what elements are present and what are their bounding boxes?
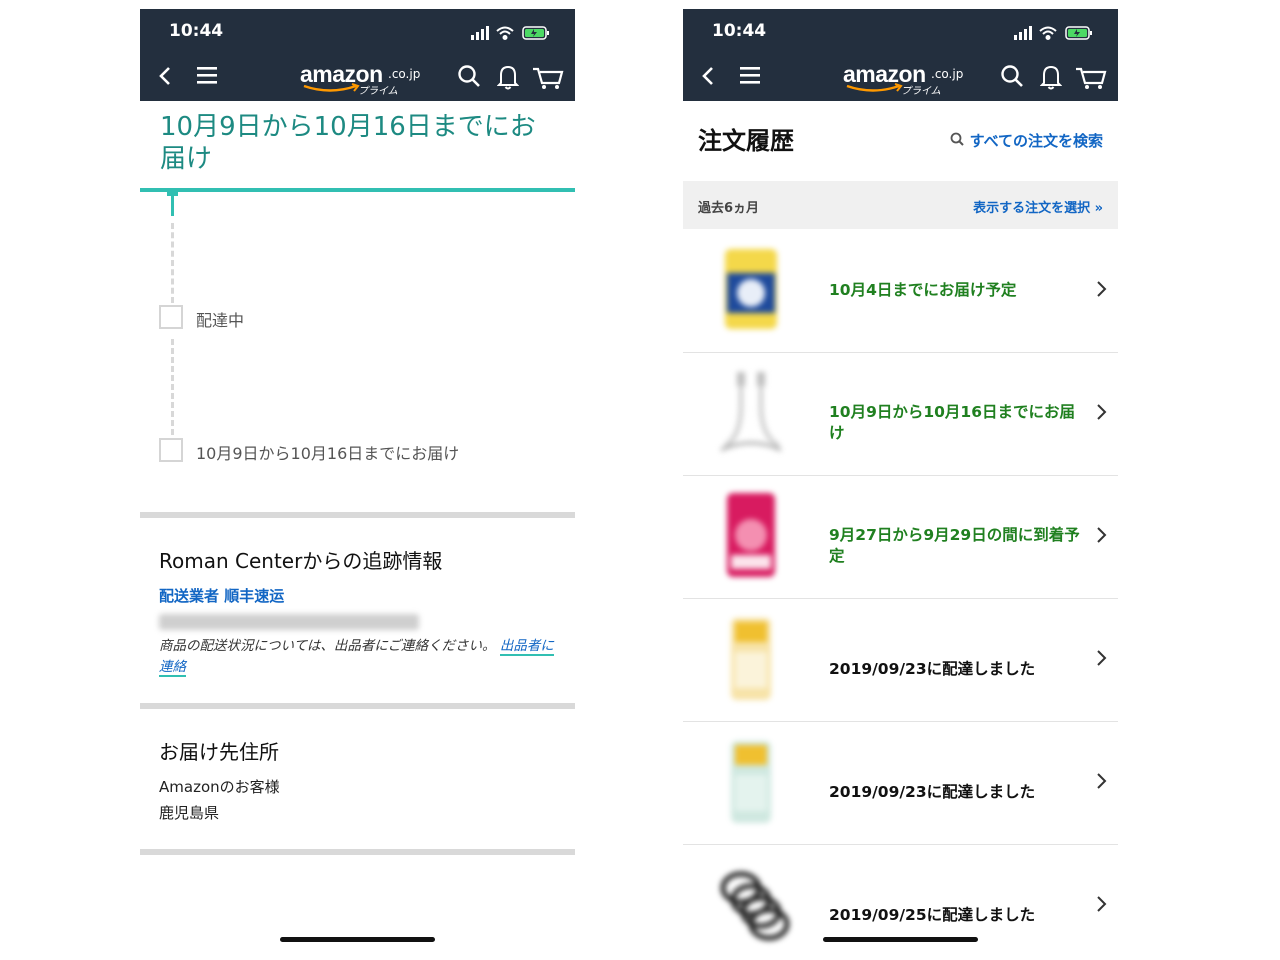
order-row[interactable]: 9月27日から9月29日の間に到着予定	[683, 475, 1118, 599]
search-icon[interactable]	[1000, 61, 1024, 93]
address-title: お届け先住所	[159, 740, 279, 764]
product-thumbnail	[725, 249, 777, 329]
step-label: 10月9日から10月16日までにお届け	[196, 444, 460, 463]
address-region: 鹿児島県	[159, 804, 220, 822]
status-icons	[471, 26, 549, 40]
search-all-orders-link[interactable]: すべての注文を検索	[950, 130, 1103, 151]
logo-prime-label: プライム	[358, 86, 398, 97]
logo-prime-label: プライム	[901, 86, 941, 97]
progress-line	[140, 188, 575, 192]
step-checkbox	[159, 438, 183, 462]
order-status: 10月9日から10月16日までにお届け	[829, 403, 1075, 442]
battery-icon	[522, 26, 549, 40]
order-status: 2019/09/25に配達しました	[829, 906, 1036, 924]
step-label: 配達中	[196, 311, 245, 330]
carrier-link[interactable]: 配送業者 順丰速运	[159, 585, 284, 606]
order-row[interactable]: 10月9日から10月16日までにお届け	[683, 352, 1118, 476]
status-icons	[1014, 26, 1092, 40]
orders-screen: 10:44 amazon .co.jp プライム 注文履歴 すべての注文を検索 …	[683, 9, 1118, 949]
delivery-heading: 10月9日から10月16日までにお届け	[160, 112, 536, 174]
bell-icon[interactable]	[1040, 61, 1062, 93]
smile-icon	[303, 83, 360, 92]
amazon-logo[interactable]: amazon .co.jp プライム	[300, 61, 421, 97]
section-divider	[140, 849, 575, 855]
cart-icon[interactable]	[532, 61, 564, 93]
chevron-right-icon	[1097, 404, 1107, 420]
step-checkbox	[159, 305, 183, 329]
page-title: 注文履歴	[698, 127, 794, 155]
logo-domain: .co.jp	[931, 67, 964, 81]
product-thumbnail	[731, 741, 771, 823]
search-icon[interactable]	[457, 61, 481, 93]
order-status: 10月4日までにお届け予定	[829, 281, 1017, 299]
address-name: Amazonのお客様	[159, 778, 280, 796]
tracking-title: Roman Centerからの追跡情報	[159, 549, 443, 573]
wifi-icon	[1039, 26, 1057, 40]
app-header: 10:44 amazon .co.jp プライム	[683, 9, 1118, 101]
tracking-note-text: 商品の配送状況については、出品者にご連絡ください。	[159, 638, 496, 654]
bell-icon[interactable]	[497, 61, 519, 93]
order-status: 2019/09/23に配達しました	[829, 660, 1036, 678]
chevron-right-icon	[1097, 527, 1107, 543]
menu-icon[interactable]	[196, 61, 218, 93]
timeline-connector	[171, 339, 177, 435]
chevron-right-icon	[1097, 896, 1107, 912]
order-row[interactable]: 10月4日までにお届け予定	[683, 229, 1118, 353]
back-icon[interactable]	[156, 61, 174, 93]
app-header: 10:44 amazon .co.jp プライム	[140, 9, 575, 101]
order-row[interactable]: 2019/09/23に配達しました	[683, 598, 1118, 722]
order-status: 2019/09/23に配達しました	[829, 783, 1036, 801]
order-status: 9月27日から9月29日の間に到着予定	[829, 526, 1080, 565]
smile-icon	[846, 83, 903, 92]
filter-period: 過去6ヵ月	[698, 201, 760, 216]
timeline-connector	[171, 223, 177, 303]
amazon-logo[interactable]: amazon .co.jp プライム	[843, 61, 964, 97]
back-icon[interactable]	[699, 61, 717, 93]
battery-icon	[1065, 26, 1092, 40]
product-thumbnail	[731, 618, 771, 700]
tracking-id-redacted	[159, 614, 419, 630]
section-divider	[140, 512, 575, 518]
order-row[interactable]: 2019/09/25に配達しました	[683, 844, 1118, 949]
chevron-right-icon	[1097, 281, 1107, 297]
tracking-screen: 10:44 amazon .co.jp プライム 10月9日から10月16日まで…	[140, 9, 575, 949]
product-thumbnail	[720, 871, 790, 941]
status-time: 10:44	[712, 21, 767, 41]
section-divider	[140, 703, 575, 709]
signal-icon	[1014, 26, 1032, 40]
status-time: 10:44	[169, 21, 224, 41]
home-indicator[interactable]	[280, 937, 435, 942]
search-icon	[950, 132, 964, 146]
order-row[interactable]: 2019/09/23に配達しました	[683, 721, 1118, 845]
logo-domain: .co.jp	[388, 67, 421, 81]
search-all-orders-label: すべての注文を検索	[969, 132, 1103, 150]
home-indicator[interactable]	[823, 937, 978, 942]
signal-icon	[471, 26, 489, 40]
cart-icon[interactable]	[1075, 61, 1107, 93]
progress-stem	[171, 192, 174, 216]
select-orders-link[interactable]: 表示する注文を選択 »	[973, 197, 1103, 216]
tracking-note: 商品の配送状況については、出品者にご連絡ください。 出品者に連絡	[159, 636, 559, 678]
product-thumbnail	[727, 493, 775, 577]
product-thumbnail	[720, 372, 782, 452]
menu-icon[interactable]	[739, 61, 761, 93]
chevron-right-icon	[1097, 773, 1107, 789]
wifi-icon	[496, 26, 514, 40]
chevron-right-icon	[1097, 650, 1107, 666]
